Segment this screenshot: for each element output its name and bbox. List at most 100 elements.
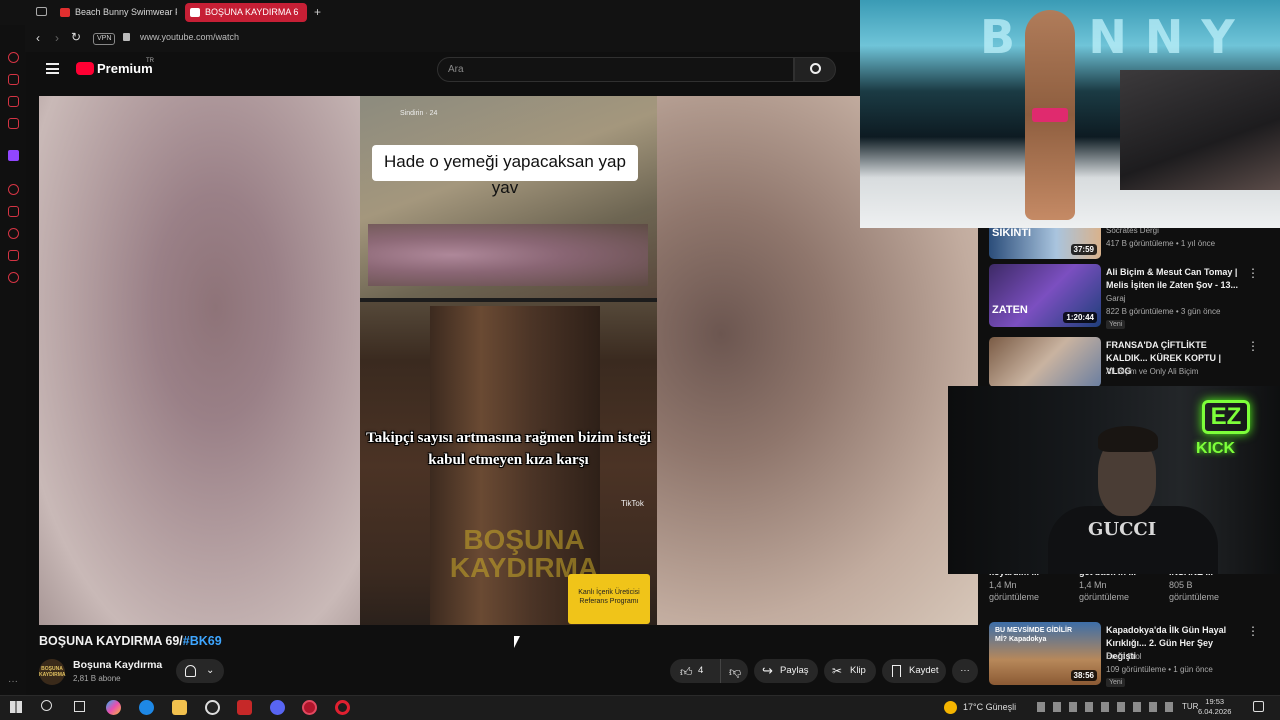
bell-icon — [185, 665, 196, 677]
opera-icon[interactable] — [335, 700, 350, 715]
rec-title[interactable]: Ali Biçim & Mesut Can Tomay | Melis İşit… — [1106, 266, 1241, 292]
youtube-premium-logo[interactable]: Premium — [97, 61, 153, 76]
rec-channel[interactable]: Emre Erol — [1106, 652, 1142, 661]
tab-label: BOŞUNA KAYDIRMA 6 — [205, 7, 299, 17]
video-thumbnail[interactable]: ZATEN 1:20:44 — [989, 264, 1101, 327]
sidebar-icon-3[interactable] — [8, 96, 19, 107]
sidebar-icon-4[interactable] — [8, 118, 19, 129]
rec-meta: 822 B görüntüleme • 3 gün önce — [1106, 307, 1221, 316]
video-player[interactable]: Sindirin · 24 Hade o yemeği yapacaksan y… — [39, 96, 978, 625]
more-vert-icon[interactable]: ⋮ — [1247, 339, 1259, 353]
weather-widget[interactable]: 17°C Güneşli — [944, 699, 1016, 715]
grid-views-label: görüntüleme — [989, 592, 1040, 602]
taskbar-search-icon[interactable] — [41, 700, 52, 711]
picture-in-picture-video[interactable]: BUNNY — [860, 0, 1280, 228]
save-button[interactable]: Kaydet — [882, 659, 946, 683]
sidebar-icon-1[interactable] — [8, 52, 19, 63]
system-tray-icons[interactable] — [1037, 702, 1174, 712]
recommendation-item[interactable]: ZATEN 1:20:44 Ali Biçim & Mesut Can Toma… — [989, 264, 1279, 330]
voicemeeter-icon[interactable] — [237, 700, 252, 715]
discord-like-icon[interactable] — [270, 700, 285, 715]
pip-crowd — [1120, 70, 1280, 190]
weather-text: 17°C Güneşli — [963, 702, 1017, 712]
tab-beach-bunny[interactable]: Beach Bunny Swimwear F — [55, 3, 177, 22]
tab-menu-icon[interactable] — [36, 7, 47, 16]
rec-channel[interactable]: Ali Biçim ve Only Ali Biçim — [1106, 367, 1198, 376]
caption-top: Hade o yemeği yapacaksan yap yav — [384, 152, 626, 197]
recommendation-item[interactable]: SIKINTI 37:59 Socrates Dergi 417 B görün… — [989, 223, 1279, 262]
clock-time: 19:53 — [1205, 697, 1225, 706]
url-field[interactable]: www.youtube.com/watch — [140, 32, 239, 42]
search-input[interactable]: Ara — [437, 57, 794, 82]
taskbar-clock[interactable]: 19:53 6.04.2026 — [1198, 697, 1231, 717]
video-scene — [368, 224, 648, 286]
language-indicator[interactable]: TUR — [1182, 702, 1198, 711]
more-vert-icon[interactable]: ⋮ — [1247, 624, 1259, 638]
hamburger-menu-icon[interactable] — [46, 63, 59, 74]
scissors-icon: ✂ — [832, 664, 843, 678]
vpn-badge[interactable]: VPN — [93, 33, 116, 45]
rec-meta: 109 görüntüleme • 1 gün önce — [1106, 665, 1213, 674]
hashtag-link[interactable]: #BK69 — [183, 634, 222, 648]
sidebar-icon-5[interactable] — [8, 184, 19, 195]
rec-channel[interactable]: Garaj — [1106, 294, 1126, 303]
edge-icon[interactable] — [139, 700, 154, 715]
more-sidebar-icon[interactable]: ··· — [8, 676, 18, 687]
share-button[interactable]: ↪ Paylaş — [754, 659, 818, 683]
video-duration: 38:56 — [1070, 670, 1097, 681]
video-thumbnail[interactable] — [989, 337, 1101, 387]
grid-views: 1,4 Mn — [989, 580, 1017, 590]
youtube-logo-icon[interactable] — [76, 62, 94, 75]
task-view-icon[interactable] — [74, 701, 85, 712]
clip-label: Klip — [850, 665, 866, 676]
browser-sidebar: ··· — [0, 0, 26, 695]
caption-bottom: Takipçi sayısı artmasına rağmen bizim is… — [366, 430, 651, 468]
new-tab-button[interactable]: + — [314, 5, 321, 19]
video-thumbnail[interactable]: BU MEVSİMDE GİDİLİR Mİ? Kapadokya 38:56 — [989, 622, 1101, 685]
obs-icon[interactable] — [205, 700, 220, 715]
opera-gx-icon[interactable] — [302, 700, 317, 715]
channel-name[interactable]: Boşuna Kaydırma — [73, 659, 162, 671]
more-vert-icon[interactable]: ⋮ — [1247, 266, 1259, 280]
tiktok-watermark: TikTok — [621, 499, 644, 508]
copilot-icon[interactable] — [106, 700, 121, 715]
thumbnail-text: BU MEVSİMDE GİDİLİR Mİ? Kapadokya — [995, 627, 1073, 643]
channel-avatar[interactable]: BOŞUNA KAYDIRMA — [39, 659, 65, 685]
dislike-button[interactable]: 👎︎ — [720, 659, 748, 683]
mouse-cursor-icon — [514, 636, 526, 648]
tab-label: Beach Bunny Swimwear F — [75, 7, 177, 17]
thumbs-up-icon: 👍︎ — [680, 665, 693, 679]
lock-icon — [123, 33, 130, 41]
windows-start-icon[interactable] — [10, 701, 22, 713]
save-label: Kaydet — [909, 665, 939, 676]
video-thumbnail[interactable]: SIKINTI 37:59 — [989, 223, 1101, 259]
reload-icon[interactable]: ↻ — [71, 30, 81, 44]
search-button[interactable] — [794, 57, 836, 82]
tab-active-video[interactable]: BOŞUNA KAYDIRMA 6 — [185, 3, 307, 22]
file-explorer-icon[interactable] — [172, 700, 187, 715]
sidebar-icon-6[interactable] — [8, 206, 19, 217]
notification-icon[interactable] — [1253, 701, 1264, 712]
forward-icon[interactable]: › — [55, 31, 59, 45]
clip-button[interactable]: ✂ Klip — [824, 659, 876, 683]
video-title-text: BOŞUNA KAYDIRMA 69/ — [39, 634, 183, 648]
thumbnail-text: SIKINTI — [992, 227, 1032, 239]
recommendation-item[interactable]: FRANSA'DA ÇİFTLİKTE KALDIK... KÜREK KOPT… — [989, 337, 1279, 387]
sidebar-icon-8[interactable] — [8, 250, 19, 261]
back-icon[interactable]: ‹ — [36, 31, 40, 45]
more-actions-button[interactable]: ··· — [952, 659, 978, 683]
clock-date: 6.04.2026 — [1198, 707, 1232, 716]
like-button[interactable]: 👍︎ 4 — [670, 659, 714, 683]
youtube-favicon-icon — [60, 8, 70, 17]
twitch-icon[interactable] — [8, 150, 19, 161]
sidebar-icon-7[interactable] — [8, 228, 19, 239]
logo-region-badge: TR — [146, 58, 154, 64]
video-duration: 1:20:44 — [1063, 312, 1097, 323]
rec-meta: 417 B görüntüleme • 1 yıl önce — [1106, 239, 1216, 248]
recommendation-item[interactable]: BU MEVSİMDE GİDİLİR Mİ? Kapadokya 38:56 … — [989, 622, 1279, 688]
sidebar-icon-2[interactable] — [8, 74, 19, 85]
thumbs-down-icon: 👎︎ — [729, 665, 742, 679]
notification-bell-button[interactable]: ⌄ — [176, 659, 224, 683]
subscriber-count: 2,81 B abone — [73, 674, 121, 683]
settings-icon[interactable] — [8, 272, 19, 283]
